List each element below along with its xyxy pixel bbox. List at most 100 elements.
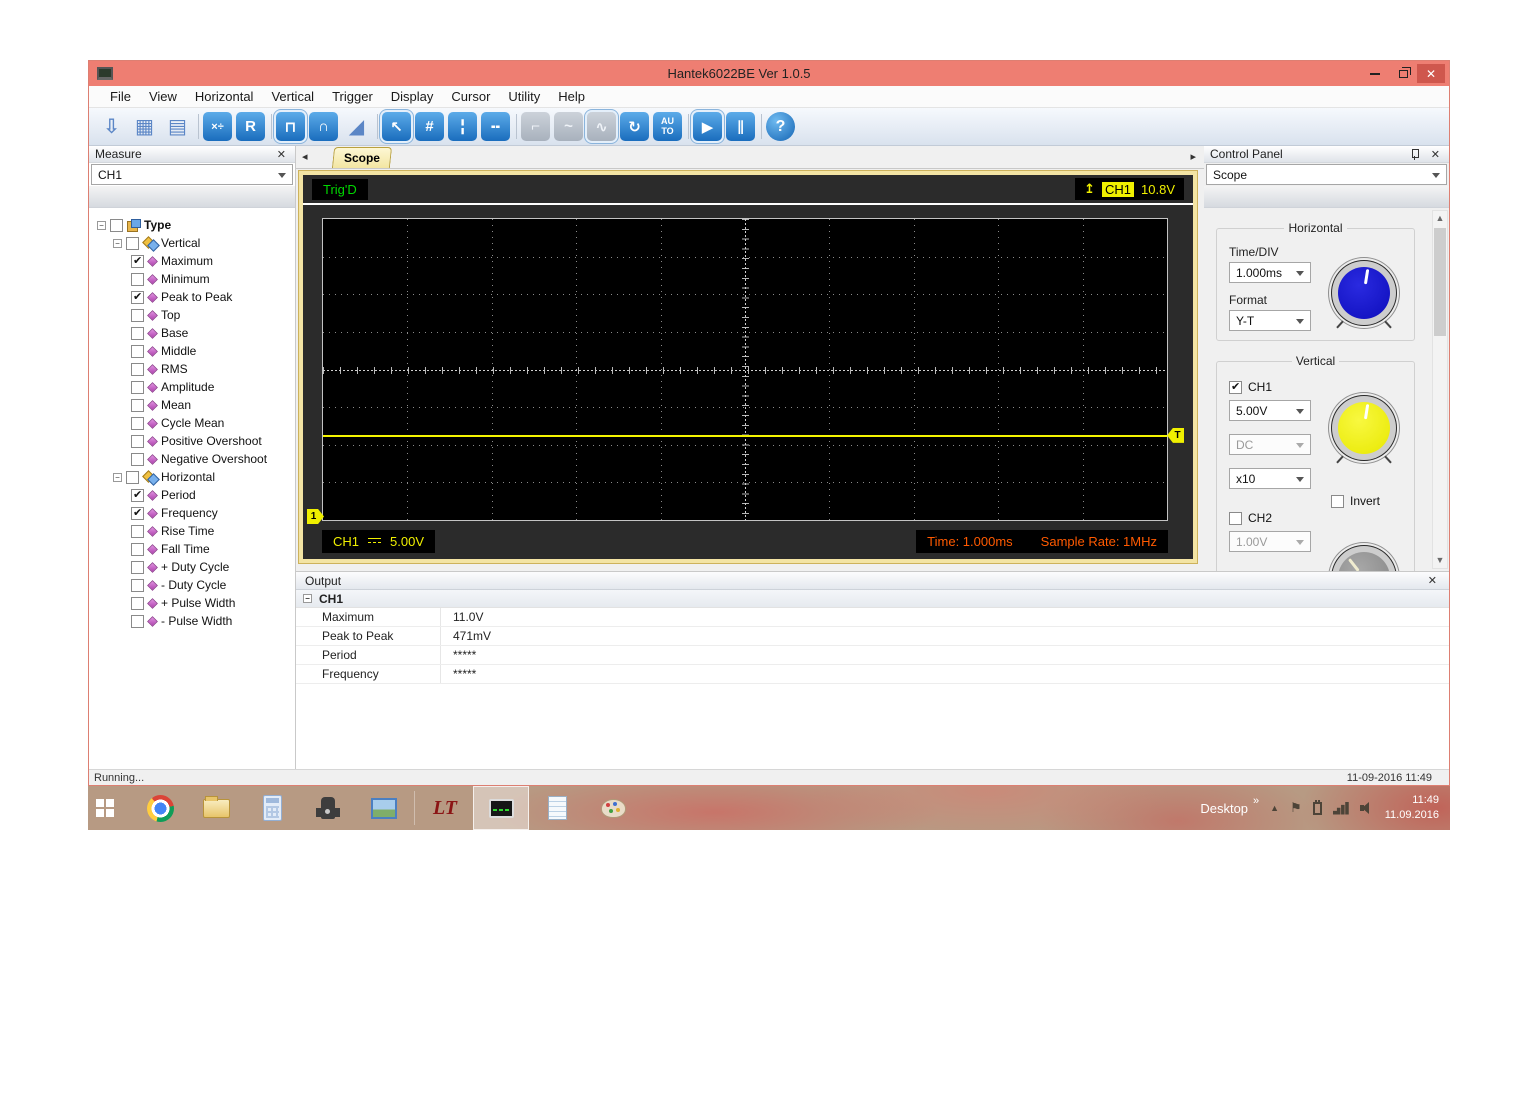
tree-measure-item[interactable]: Mean bbox=[97, 396, 291, 414]
ch1-enable[interactable]: CH1 bbox=[1229, 380, 1404, 394]
measure-checkbox[interactable] bbox=[131, 327, 144, 340]
time-div-select[interactable]: 1.000ms bbox=[1229, 262, 1311, 283]
ch1-position-marker[interactable]: 1 bbox=[307, 509, 324, 524]
tray-expand-icon[interactable]: ▲ bbox=[1270, 803, 1279, 813]
measure-checkbox[interactable] bbox=[131, 453, 144, 466]
ch1-coupling-select[interactable]: DC bbox=[1229, 434, 1311, 455]
paint-icon[interactable] bbox=[585, 786, 641, 830]
menu-item[interactable]: View bbox=[140, 87, 186, 106]
tree-measure-item[interactable]: - Pulse Width bbox=[97, 612, 291, 630]
menu-item[interactable]: File bbox=[101, 87, 140, 106]
ch1-probe-select[interactable]: x10 bbox=[1229, 468, 1311, 489]
measure-checkbox[interactable] bbox=[131, 417, 144, 430]
trigger-level-marker[interactable]: T bbox=[1167, 428, 1184, 443]
print-icon[interactable]: ▤ bbox=[163, 112, 192, 141]
measure-checkbox[interactable] bbox=[131, 615, 144, 628]
cursor-arrow-icon[interactable]: ↖ bbox=[382, 112, 411, 141]
scroll-down-icon[interactable]: ▼ bbox=[1433, 553, 1447, 568]
tab-scroll-right-icon[interactable]: ▸ bbox=[1190, 150, 1196, 163]
measure-checkbox[interactable] bbox=[131, 381, 144, 394]
menu-item[interactable]: Vertical bbox=[262, 87, 323, 106]
tree-node-horizontal[interactable]: − Horizontal bbox=[97, 468, 291, 486]
menu-item[interactable]: Help bbox=[549, 87, 594, 106]
measure-checkbox[interactable] bbox=[131, 597, 144, 610]
tree-node-type[interactable]: − Type bbox=[97, 216, 291, 234]
measure-checkbox[interactable] bbox=[131, 561, 144, 574]
scope-grid[interactable]: 1 T bbox=[322, 218, 1168, 521]
usb-device-icon[interactable] bbox=[1313, 802, 1322, 815]
vertical-checkbox[interactable] bbox=[126, 237, 139, 250]
tree-measure-item[interactable]: Amplitude bbox=[97, 378, 291, 396]
help-icon[interactable]: ? bbox=[766, 112, 795, 141]
tree-measure-item[interactable]: Minimum bbox=[97, 270, 291, 288]
desktop-toolbar[interactable]: Desktop bbox=[1200, 801, 1248, 816]
tree-measure-item[interactable]: Positive Overshoot bbox=[97, 432, 291, 450]
pause-icon[interactable]: ∥ bbox=[726, 112, 755, 141]
scroll-up-icon[interactable]: ▲ bbox=[1433, 211, 1447, 226]
control-panel-close-icon[interactable]: ✕ bbox=[1428, 148, 1443, 161]
control-panel-scrollbar[interactable]: ▲ ▼ bbox=[1432, 210, 1448, 569]
type-checkbox[interactable] bbox=[110, 219, 123, 232]
pin-icon[interactable] bbox=[1410, 149, 1420, 160]
reference-icon[interactable]: R bbox=[236, 112, 265, 141]
ch2-enable[interactable]: CH2 bbox=[1229, 511, 1404, 525]
invert-checkbox[interactable] bbox=[1331, 495, 1344, 508]
menu-item[interactable]: Utility bbox=[499, 87, 549, 106]
oscilloscope-app-icon[interactable] bbox=[473, 786, 529, 830]
horizontal-checkbox[interactable] bbox=[126, 471, 139, 484]
open-icon[interactable]: ⇩ bbox=[97, 112, 126, 141]
measure-checkbox[interactable] bbox=[131, 291, 144, 304]
tree-measure-item[interactable]: Cycle Mean bbox=[97, 414, 291, 432]
scrollbar-thumb[interactable] bbox=[1434, 228, 1446, 336]
measure-checkbox[interactable] bbox=[131, 255, 144, 268]
collapse-icon[interactable]: − bbox=[113, 239, 122, 248]
measure-checkbox[interactable] bbox=[131, 363, 144, 376]
measure-close-icon[interactable]: ✕ bbox=[274, 148, 289, 161]
measure-checkbox[interactable] bbox=[131, 309, 144, 322]
calculator-icon[interactable] bbox=[244, 786, 300, 830]
menu-item[interactable]: Display bbox=[382, 87, 443, 106]
control-mode-select[interactable]: Scope bbox=[1206, 164, 1447, 185]
ltspice-icon[interactable]: LT bbox=[417, 786, 473, 830]
notepad-icon[interactable] bbox=[529, 786, 585, 830]
tree-measure-item[interactable]: - Duty Cycle bbox=[97, 576, 291, 594]
minimize-button[interactable] bbox=[1361, 64, 1389, 83]
ch2-volts-select[interactable]: 1.00V bbox=[1229, 531, 1311, 552]
pulse-baseline-icon[interactable]: ∩ bbox=[309, 112, 338, 141]
measure-checkbox[interactable] bbox=[131, 543, 144, 556]
tree-node-vertical[interactable]: − Vertical bbox=[97, 234, 291, 252]
measure-checkbox[interactable] bbox=[131, 435, 144, 448]
menu-item[interactable]: Trigger bbox=[323, 87, 382, 106]
ch2-checkbox[interactable] bbox=[1229, 512, 1242, 525]
tree-measure-item[interactable]: Top bbox=[97, 306, 291, 324]
measure-checkbox[interactable] bbox=[131, 489, 144, 502]
format-select[interactable]: Y-T bbox=[1229, 310, 1311, 331]
measure-checkbox[interactable] bbox=[131, 507, 144, 520]
tree-measure-item[interactable]: Peak to Peak bbox=[97, 288, 291, 306]
file-explorer-icon[interactable] bbox=[188, 786, 244, 830]
grid-icon[interactable]: # bbox=[415, 112, 444, 141]
measure-checkbox[interactable] bbox=[131, 525, 144, 538]
save-icon[interactable]: ▦ bbox=[130, 112, 159, 141]
menu-item[interactable]: Horizontal bbox=[186, 87, 263, 106]
tree-measure-item[interactable]: Fall Time bbox=[97, 540, 291, 558]
speaker-icon[interactable] bbox=[1360, 802, 1374, 814]
webcam-tool-icon[interactable] bbox=[300, 786, 356, 830]
tree-measure-item[interactable]: Base bbox=[97, 324, 291, 342]
horizontal-knob[interactable] bbox=[1332, 261, 1396, 325]
ch1-knob[interactable] bbox=[1332, 396, 1396, 460]
math-icon[interactable]: ×÷ bbox=[203, 112, 232, 141]
tree-measure-item[interactable]: + Duty Cycle bbox=[97, 558, 291, 576]
pulse-icon[interactable]: ⊓ bbox=[276, 112, 305, 141]
ch2-knob[interactable] bbox=[1332, 546, 1396, 571]
tree-measure-item[interactable]: Period bbox=[97, 486, 291, 504]
restore-button[interactable] bbox=[1389, 64, 1417, 83]
sine-display-icon[interactable]: ∿ bbox=[587, 112, 616, 141]
tree-measure-item[interactable]: + Pulse Width bbox=[97, 594, 291, 612]
measure-checkbox[interactable] bbox=[131, 399, 144, 412]
refresh-icon[interactable]: ↻ bbox=[620, 112, 649, 141]
play-icon[interactable]: ▶ bbox=[693, 112, 722, 141]
start-button[interactable] bbox=[88, 786, 132, 830]
desktop-chevron-icon[interactable]: » bbox=[1253, 795, 1259, 807]
tab-scope[interactable]: Scope bbox=[332, 147, 392, 168]
